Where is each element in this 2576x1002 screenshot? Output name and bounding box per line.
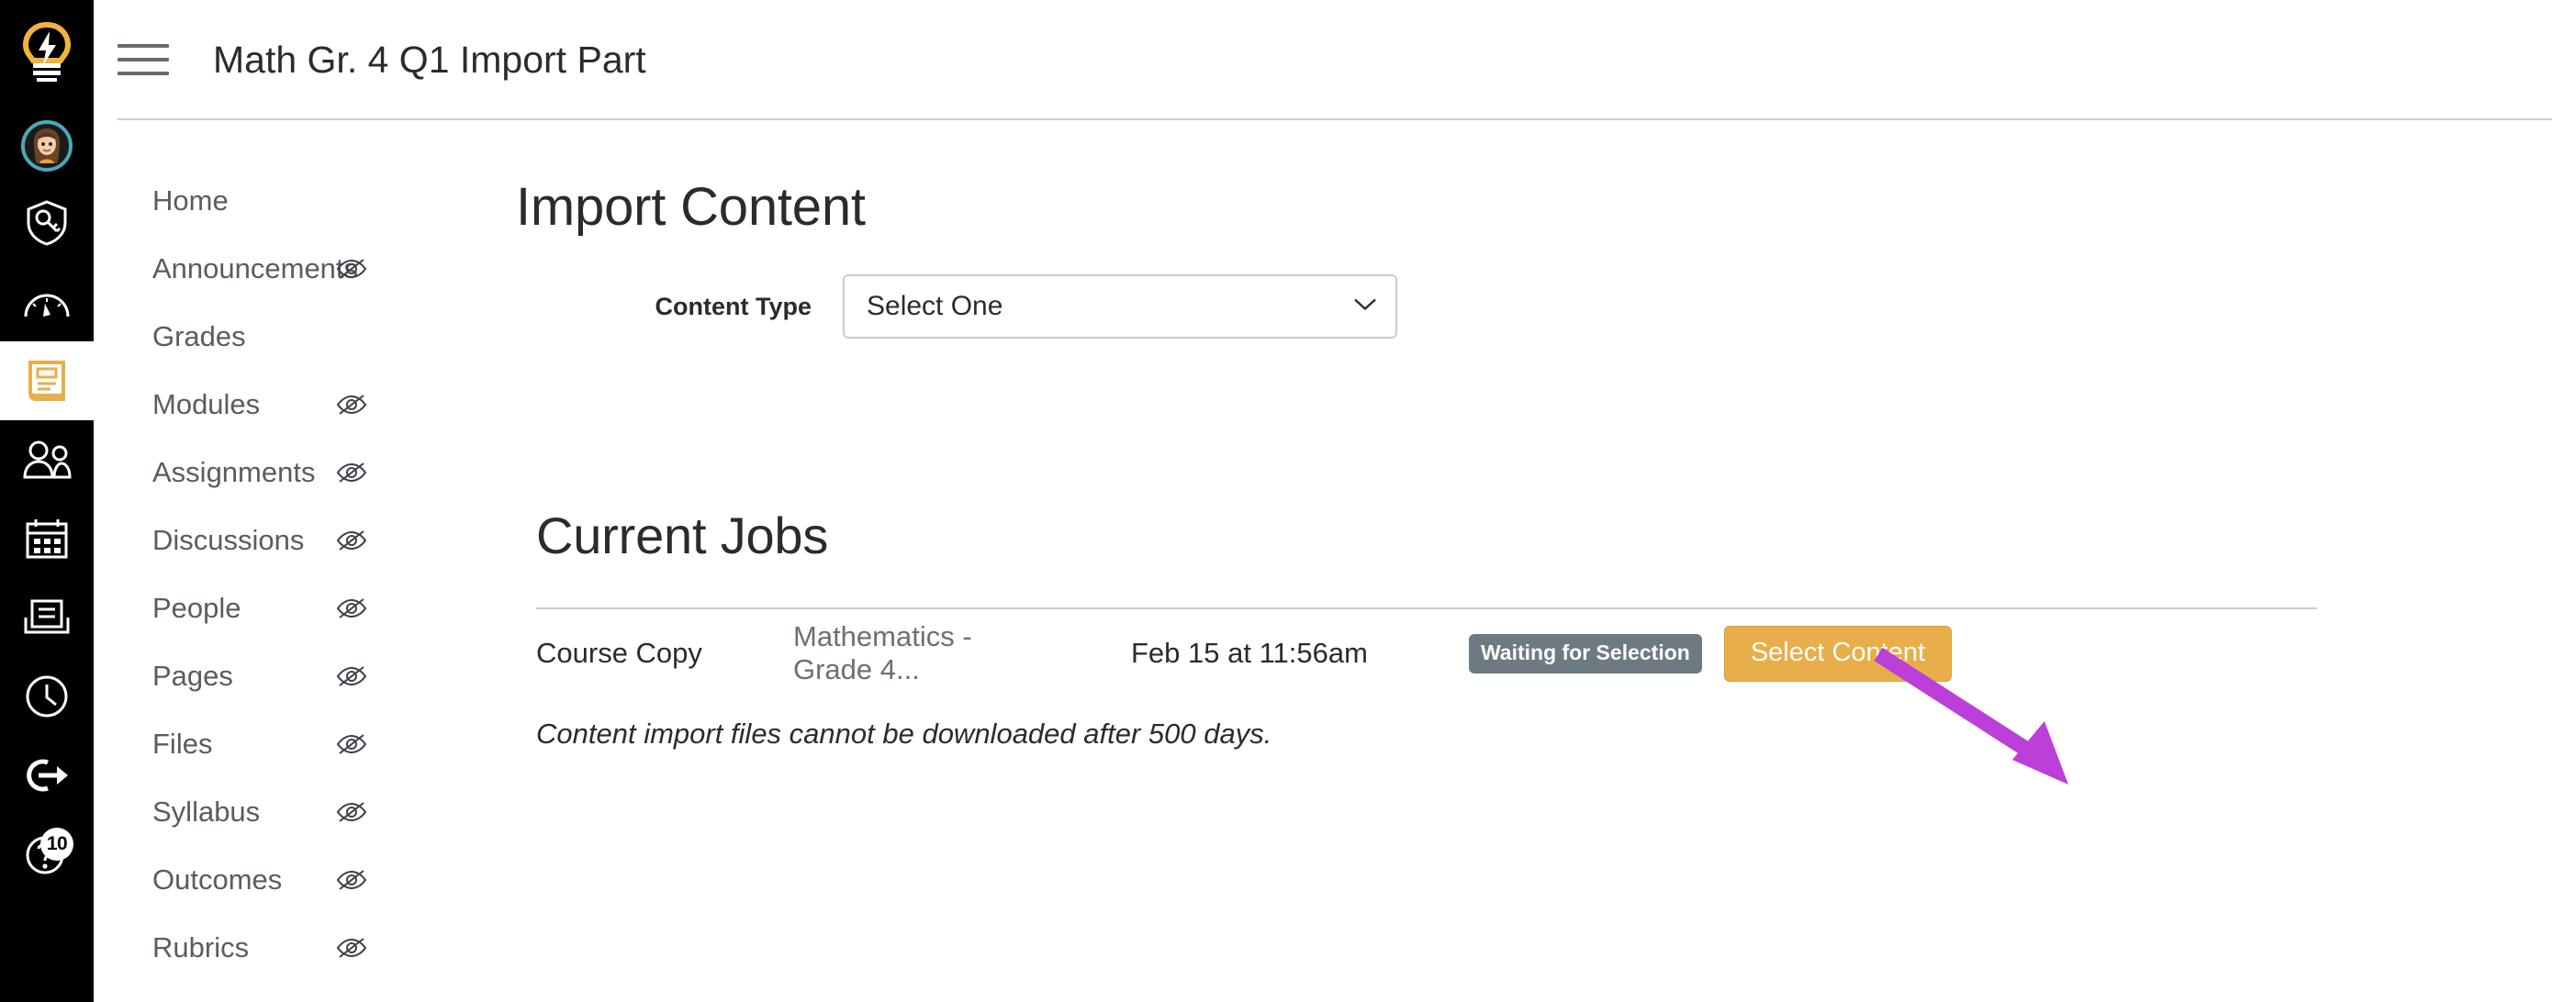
eye-slash-hidden-icon (336, 661, 367, 692)
eye-slash-hidden-icon (336, 389, 367, 420)
sidebar-item-files[interactable]: Files (94, 710, 503, 778)
eye-slash-hidden-icon (336, 593, 367, 624)
sidebar-item-people[interactable]: People (94, 574, 503, 642)
sidebar-item-label: Files (152, 728, 213, 760)
sidebar-item-label: Pages (152, 660, 233, 692)
sidebar-item-label: Grades (152, 320, 246, 352)
sidebar-item-announcements[interactable]: Announcements (94, 235, 503, 303)
main-pane: Math Gr. 4 Q1 Import Part Home Announcem… (94, 0, 2576, 1002)
sidebar-item-modules[interactable]: Modules (94, 371, 503, 439)
job-date: Feb 15 at 11:56am (1131, 637, 1368, 669)
sidebar-item-label: Modules (152, 388, 261, 420)
sidebar-item-rubrics[interactable]: Rubrics (94, 914, 503, 982)
content-type-row: Content Type Select One (503, 274, 2576, 339)
clock-history-icon (25, 674, 69, 718)
import-content-panel: Import Content Content Type Select One C… (503, 119, 2576, 1002)
app-window: 10 Math Gr. 4 Q1 Import Part Home Announ… (0, 0, 2576, 1002)
course-navigation: Home Announcements Grades Modules Assign… (94, 119, 503, 1002)
avatar[interactable] (0, 108, 94, 184)
sidebar-item-label: Assignments (152, 456, 316, 488)
calendar-icon (25, 518, 69, 560)
sidebar-item-admin[interactable] (0, 184, 94, 262)
content-type-select[interactable]: Select One (843, 274, 1397, 339)
page-title: Math Gr. 4 Q1 Import Part (213, 38, 646, 81)
sidebar-item-pages[interactable]: Pages (94, 642, 503, 710)
sidebar-item-partial[interactable] (94, 982, 503, 1002)
sidebar-item-label: Rubrics (152, 931, 250, 963)
help-badge-count: 10 (40, 828, 73, 861)
sidebar-item-groups[interactable] (0, 420, 94, 499)
sidebar-item-outcomes[interactable]: Outcomes (94, 846, 503, 914)
eye-slash-hidden-icon (336, 457, 367, 488)
course-header: Math Gr. 4 Q1 Import Part (94, 0, 2576, 120)
lightbulb-lightning-logo[interactable] (0, 13, 94, 92)
sidebar-item-home[interactable]: Home (94, 167, 503, 235)
eye-slash-hidden-icon (336, 525, 367, 556)
eye-slash-hidden-icon (336, 864, 367, 896)
sidebar-item-inbox[interactable] (0, 578, 94, 657)
inbox-tray-icon (23, 597, 71, 638)
logout-arrow-icon (22, 757, 72, 794)
content-body: Home Announcements Grades Modules Assign… (94, 119, 2576, 1002)
import-content-heading: Import Content (516, 177, 866, 237)
current-jobs-heading: Current Jobs (536, 507, 829, 564)
sidebar-item-label: Outcomes (152, 863, 283, 896)
sidebar-item-history[interactable] (0, 657, 94, 736)
sidebar-item-label: Announcements (152, 252, 359, 284)
jobs-note: Content import files cannot be downloade… (536, 718, 1272, 750)
sidebar-item-calendar[interactable] (0, 499, 94, 578)
sidebar-item-label: Home (152, 184, 229, 217)
hamburger-menu-icon[interactable] (118, 39, 169, 81)
sidebar-item-commons[interactable] (0, 736, 94, 815)
book-courses-icon (23, 357, 71, 405)
status-badge: Waiting for Selection (1468, 633, 1702, 674)
groups-people-icon (21, 440, 73, 479)
job-type: Course Copy (536, 637, 702, 669)
sidebar-item-syllabus[interactable]: Syllabus (94, 778, 503, 846)
sidebar-item-grades[interactable]: Grades (94, 303, 503, 371)
job-source: Mathematics - Grade 4... (793, 620, 972, 685)
sidebar-item-label: Discussions (152, 524, 305, 556)
shield-key-icon (25, 199, 69, 247)
sidebar-item-label: People (152, 592, 241, 624)
eye-slash-hidden-icon (336, 253, 367, 284)
speedometer-dashboard-icon (23, 284, 71, 320)
table-row: Course Copy Mathematics - Grade 4... Feb… (536, 609, 2317, 697)
content-type-label: Content Type (655, 292, 812, 320)
content-type-select-wrapper: Select One (843, 274, 1397, 339)
sidebar-item-dashboard[interactable] (0, 262, 94, 341)
sidebar-item-help[interactable]: 10 (0, 815, 94, 894)
sidebar-item-discussions[interactable]: Discussions (94, 507, 503, 574)
global-navigation-sidebar: 10 (0, 0, 94, 1002)
eye-slash-hidden-icon (336, 729, 367, 760)
eye-slash-hidden-icon (336, 796, 367, 828)
sidebar-item-courses[interactable] (0, 341, 94, 420)
eye-slash-hidden-icon (336, 932, 367, 963)
sidebar-item-label: Syllabus (152, 796, 261, 828)
select-content-button[interactable]: Select Content (1723, 625, 1953, 682)
sidebar-item-assignments[interactable]: Assignments (94, 439, 503, 507)
